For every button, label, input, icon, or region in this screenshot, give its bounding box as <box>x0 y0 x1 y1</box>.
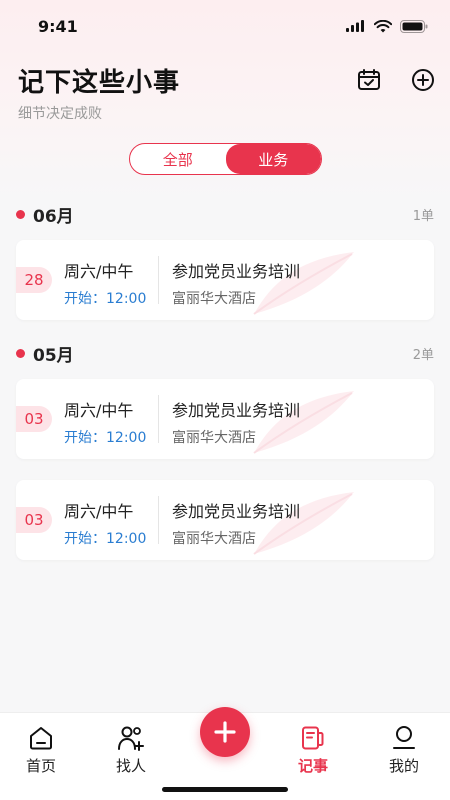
card-divider <box>158 395 159 443</box>
day-badge: 28 <box>16 267 52 293</box>
notebook-icon <box>302 726 324 750</box>
month-count: 2单 <box>412 347 434 363</box>
tab-home[interactable]: 首页 <box>6 725 76 776</box>
event-card[interactable]: 28 周六/中午 开始：12:00 参加党员业务培训 富丽华大酒店 <box>16 240 434 320</box>
month-header: 05月 2单 <box>16 341 434 366</box>
event-start: 开始：12:00 <box>64 291 147 307</box>
plus-circle-icon <box>412 69 434 91</box>
create-fab[interactable] <box>200 707 250 757</box>
calendar-check-icon <box>358 69 380 90</box>
tab-bar: 首页 找人 记事 我的 <box>0 707 450 800</box>
status-bar: 9:41 <box>0 0 450 52</box>
month-count: 1单 <box>412 208 434 224</box>
month-dot <box>16 209 25 219</box>
event-title: 参加党员业务培训 <box>172 401 301 420</box>
calendar-button[interactable] <box>356 67 382 93</box>
event-card[interactable]: 03 周六/中午 开始：12:00 参加党员业务培训 富丽华大酒店 <box>16 480 434 560</box>
day-badge: 03 <box>16 507 52 533</box>
event-info: 参加党员业务培训 富丽华大酒店 <box>172 397 300 447</box>
card-divider <box>158 256 159 304</box>
page-title: 记下这些小事 <box>18 67 181 98</box>
event-card[interactable]: 03 周六/中午 开始：12:00 参加党员业务培训 富丽华大酒店 <box>16 379 434 459</box>
tab-find-label: 找人 <box>115 757 146 775</box>
home-indicator <box>162 787 288 792</box>
filter-segmented-control: 全部 业务 <box>129 143 322 175</box>
event-start: 开始：12:00 <box>64 430 147 446</box>
plus-icon <box>214 721 236 743</box>
event-weekday: 周六/中午 <box>64 401 134 420</box>
add-button[interactable] <box>410 67 436 93</box>
page-subtitle: 细节决定成败 <box>18 106 102 122</box>
month-dot <box>16 348 25 358</box>
segment-all[interactable]: 全部 <box>130 144 226 174</box>
event-venue: 富丽华大酒店 <box>172 291 256 307</box>
event-venue: 富丽华大酒店 <box>172 430 256 446</box>
status-icons <box>346 19 428 33</box>
event-info: 参加党员业务培训 富丽华大酒店 <box>172 258 300 308</box>
event-weekday: 周六/中午 <box>64 262 134 281</box>
event-venue: 富丽华大酒店 <box>172 531 256 547</box>
header: 记下这些小事 <box>18 58 436 102</box>
home-icon <box>30 727 52 750</box>
signal-icon <box>346 20 364 32</box>
month-label: 05月 <box>33 345 74 366</box>
add-person-icon <box>118 726 144 751</box>
tab-notes-label: 记事 <box>297 757 328 775</box>
event-title: 参加党员业务培训 <box>172 502 301 521</box>
tab-mine[interactable]: 我的 <box>369 725 439 776</box>
month-header: 06月 1单 <box>16 202 434 227</box>
day-badge: 03 <box>16 406 52 432</box>
tab-mine-label: 我的 <box>388 757 419 775</box>
event-time: 周六/中午 开始：12:00 <box>64 397 146 447</box>
user-icon <box>393 726 415 749</box>
event-info: 参加党员业务培训 富丽华大酒店 <box>172 498 300 548</box>
card-divider <box>158 496 159 544</box>
event-time: 周六/中午 开始：12:00 <box>64 258 146 308</box>
header-actions <box>356 67 436 93</box>
event-title: 参加党员业务培训 <box>172 262 301 281</box>
event-start: 开始：12:00 <box>64 531 147 547</box>
status-time: 9:41 <box>38 16 78 36</box>
tab-notes[interactable]: 记事 <box>278 725 348 776</box>
wifi-icon <box>374 19 392 32</box>
event-time: 周六/中午 开始：12:00 <box>64 498 146 548</box>
segment-business[interactable]: 业务 <box>225 144 321 174</box>
tab-home-label: 首页 <box>25 757 56 775</box>
event-weekday: 周六/中午 <box>64 502 134 521</box>
tab-find[interactable]: 找人 <box>96 725 166 776</box>
month-label: 06月 <box>33 206 74 227</box>
battery-icon <box>400 19 428 33</box>
